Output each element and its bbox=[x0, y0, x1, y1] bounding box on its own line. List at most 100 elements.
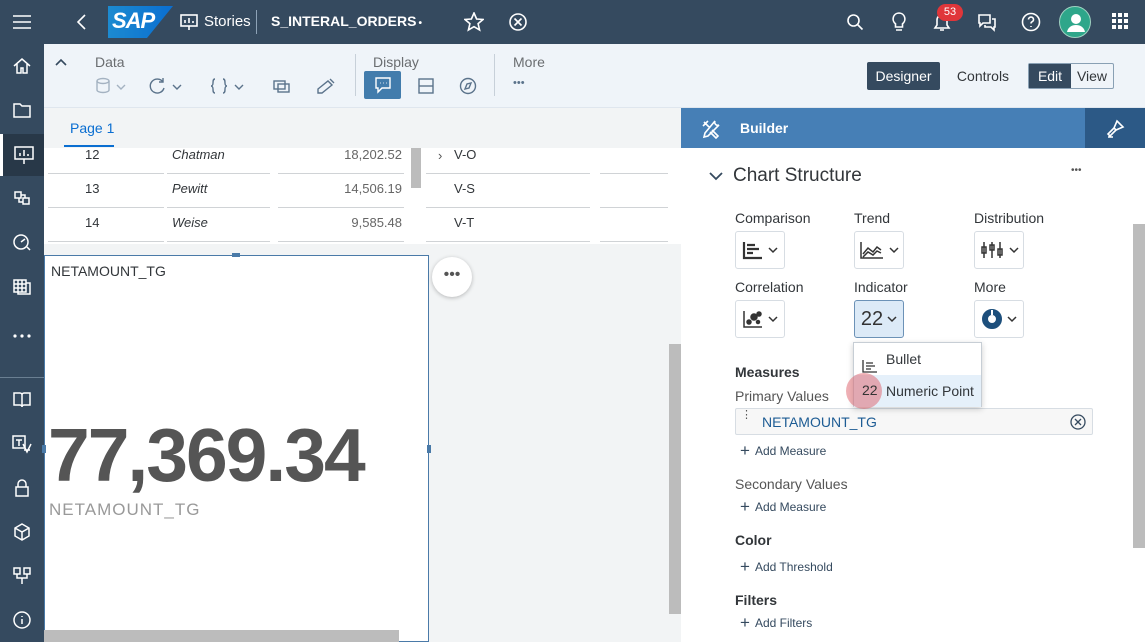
styling-brush-icon[interactable] bbox=[1105, 119, 1125, 144]
table-cell[interactable]: Weise bbox=[167, 208, 270, 242]
folder-icon[interactable] bbox=[0, 90, 44, 130]
horizontal-scrollbar[interactable] bbox=[44, 630, 399, 642]
chevron-down-icon bbox=[768, 247, 778, 254]
table-cell[interactable]: V-T bbox=[426, 208, 590, 242]
numeric-point-option-label: Numeric Point bbox=[886, 383, 974, 399]
product-switch-icon[interactable] bbox=[1112, 13, 1128, 34]
table-cell[interactable] bbox=[600, 174, 668, 208]
security-lock-icon[interactable] bbox=[0, 468, 44, 508]
book-icon[interactable] bbox=[0, 380, 44, 420]
more-types-label: More bbox=[974, 279, 1006, 295]
table-cell[interactable]: Chatman bbox=[167, 140, 270, 174]
connections-icon[interactable] bbox=[0, 556, 44, 596]
remove-measure-icon[interactable] bbox=[1070, 414, 1086, 435]
section-more-icon[interactable]: ••• bbox=[1071, 165, 1082, 176]
chat-icon[interactable] bbox=[977, 12, 997, 37]
color-heading: Color bbox=[735, 532, 772, 548]
drag-handle-icon[interactable]: ⋮ bbox=[741, 410, 752, 421]
add-filters-link[interactable]: + Add Filters bbox=[740, 614, 812, 631]
more-nav-icon[interactable] bbox=[0, 316, 44, 356]
refresh-icon[interactable] bbox=[149, 72, 185, 100]
table-cell[interactable] bbox=[600, 140, 668, 174]
data-analyzer-icon[interactable] bbox=[0, 178, 44, 218]
menu-icon[interactable] bbox=[12, 13, 32, 36]
table-cell[interactable] bbox=[600, 208, 668, 242]
table-cell[interactable]: V-S bbox=[426, 174, 590, 208]
home-icon[interactable] bbox=[0, 46, 44, 86]
chevron-down-icon bbox=[887, 316, 897, 323]
edit-mode-button[interactable]: Edit bbox=[1029, 64, 1071, 88]
add-secondary-measure-link[interactable]: + Add Measure bbox=[740, 498, 827, 515]
chart-title: NETAMOUNT_TG bbox=[51, 263, 166, 279]
correlation-label: Correlation bbox=[735, 279, 804, 295]
controls-button[interactable]: Controls bbox=[950, 62, 1016, 90]
table-cell[interactable]: 14,506.19 bbox=[278, 174, 404, 208]
gauge-icon[interactable] bbox=[0, 222, 44, 262]
bullet-option[interactable]: Bullet bbox=[854, 343, 981, 375]
table-cell[interactable]: Pewitt bbox=[167, 174, 270, 208]
table-cell[interactable]: 14 bbox=[48, 208, 164, 242]
builder-scrollbar[interactable] bbox=[1133, 224, 1145, 548]
deployment-icon[interactable] bbox=[0, 512, 44, 552]
tab-page-1[interactable]: Page 1 bbox=[70, 120, 114, 136]
data-group-label: Data bbox=[95, 54, 125, 70]
canvas-scrollbar[interactable] bbox=[669, 344, 681, 614]
favorite-star-icon[interactable] bbox=[463, 10, 485, 37]
resize-handle[interactable] bbox=[427, 445, 431, 453]
tile-more-actions-button[interactable]: ••• bbox=[432, 257, 472, 297]
format-painter-icon[interactable] bbox=[309, 72, 345, 100]
more-options-icon[interactable]: ••• bbox=[513, 77, 525, 89]
chart-structure-title[interactable]: Chart Structure bbox=[733, 165, 862, 187]
table-scrollbar[interactable] bbox=[411, 148, 421, 188]
builder-title[interactable]: Builder bbox=[740, 120, 788, 136]
translation-icon[interactable] bbox=[0, 424, 44, 464]
table-cell[interactable]: V-O bbox=[426, 140, 590, 174]
add-primary-measure-link[interactable]: + Add Measure bbox=[740, 441, 826, 460]
indicator-chart-button[interactable]: 22 bbox=[854, 300, 904, 338]
add-measure-label: Add Measure bbox=[754, 500, 827, 514]
stories-link[interactable]: Stories bbox=[204, 13, 251, 30]
search-icon[interactable] bbox=[846, 13, 864, 36]
chevron-down-icon bbox=[768, 316, 778, 323]
user-avatar[interactable] bbox=[1059, 6, 1091, 38]
close-story-icon[interactable] bbox=[508, 12, 528, 37]
layout-icon[interactable] bbox=[408, 72, 444, 100]
stories-nav-icon[interactable] bbox=[0, 134, 44, 176]
expand-chevron-icon[interactable]: › bbox=[438, 148, 442, 163]
table-cell[interactable]: 18,202.52 bbox=[278, 140, 404, 174]
designer-button[interactable]: Designer bbox=[867, 62, 940, 90]
more-chart-types-button[interactable] bbox=[974, 300, 1024, 338]
line-chart-icon bbox=[860, 242, 883, 259]
resize-handle[interactable] bbox=[232, 253, 240, 257]
copy-icon[interactable] bbox=[264, 72, 300, 100]
explorer-compass-icon[interactable] bbox=[450, 72, 486, 100]
toolbar-separator bbox=[494, 54, 495, 96]
trend-chart-button[interactable] bbox=[854, 231, 904, 269]
resize-handle[interactable] bbox=[42, 445, 46, 453]
distribution-chart-button[interactable] bbox=[974, 231, 1024, 269]
collapse-toolbar-icon[interactable] bbox=[54, 54, 68, 72]
numeric-point-icon: 22 bbox=[860, 307, 884, 330]
table-cell[interactable]: 13 bbox=[48, 174, 164, 208]
chevron-down-icon bbox=[1009, 247, 1019, 254]
chevron-down-icon[interactable] bbox=[709, 168, 723, 186]
table-cell[interactable]: 12 bbox=[48, 140, 164, 174]
add-threshold-link[interactable]: + Add Threshold bbox=[740, 558, 833, 575]
help-icon[interactable] bbox=[1021, 12, 1041, 37]
view-mode-button[interactable]: View bbox=[1071, 64, 1113, 88]
table-cell[interactable]: 9,585.48 bbox=[278, 208, 404, 242]
back-icon[interactable] bbox=[75, 13, 89, 36]
data-models-icon[interactable] bbox=[0, 266, 44, 306]
comment-icon[interactable] bbox=[364, 71, 401, 99]
stories-icon bbox=[180, 13, 198, 36]
info-icon[interactable] bbox=[0, 600, 44, 640]
primary-measure-name[interactable]: NETAMOUNT_TG bbox=[762, 414, 877, 430]
styling-tab[interactable] bbox=[1085, 108, 1145, 148]
correlation-chart-button[interactable] bbox=[735, 300, 785, 338]
sap-logo[interactable]: SAP bbox=[108, 6, 173, 38]
formula-icon[interactable] bbox=[209, 72, 245, 100]
comparison-chart-button[interactable] bbox=[735, 231, 785, 269]
builder-tools-icon[interactable] bbox=[701, 119, 721, 144]
lightbulb-icon[interactable] bbox=[891, 12, 907, 37]
plus-icon: + bbox=[740, 441, 750, 460]
